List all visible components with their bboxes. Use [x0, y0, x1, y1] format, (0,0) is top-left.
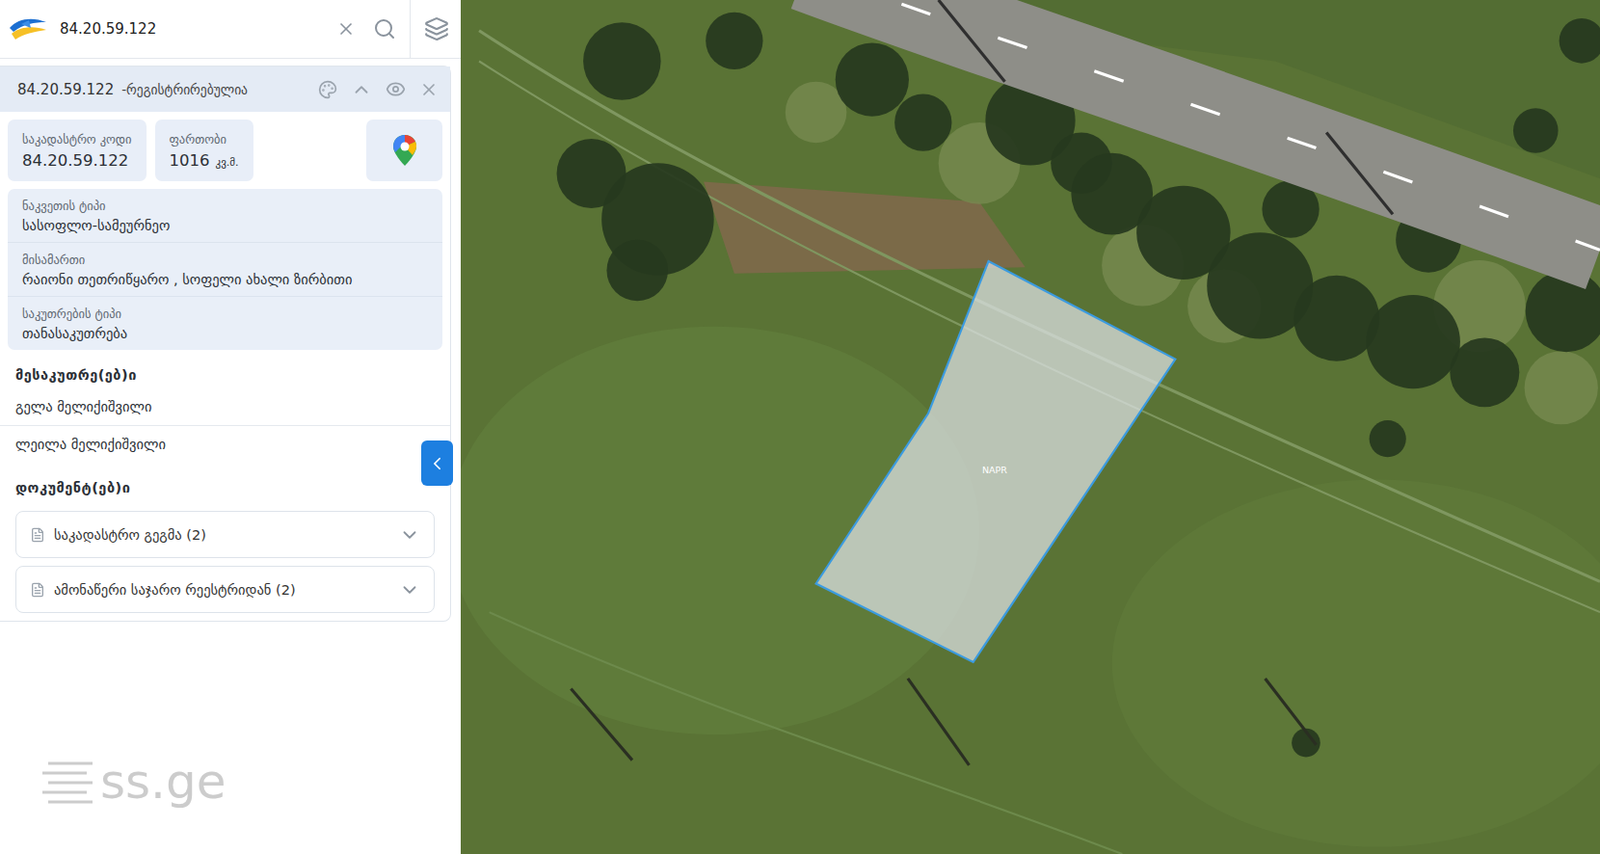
file-icon	[29, 527, 46, 543]
chevron-down-icon	[399, 524, 421, 546]
detail-value: თანასაკუთრება	[22, 325, 428, 342]
stat-tile: ფართობი 1016კვ.მ.	[155, 119, 254, 182]
bar-divider	[409, 0, 411, 59]
detail-row: ნაკვეთის ტიპი სასოფლო-სამეურნეო	[7, 188, 443, 242]
stat-tile: საკადასტრო კოდი 84.20.59.122	[7, 119, 147, 182]
stat-value: 1016კვ.მ.	[169, 151, 240, 170]
collapse-button[interactable]	[346, 75, 376, 105]
panel-toggle-button[interactable]	[421, 440, 454, 486]
stats-row: საკადასტრო კოდი 84.20.59.122 ფართობი 1016კვ…	[0, 111, 451, 182]
detail-row: საკუთრების ტიპი თანასაკუთრება	[7, 295, 443, 350]
detail-label: საკუთრების ტიპი	[22, 306, 428, 321]
documents-title: დოკუმენტ(ებ)ი	[15, 480, 451, 496]
documents-list: საკადასტრო გეგმა (2) ამონაწერი საჯარო რეე…	[0, 501, 451, 614]
owner-row: ლეილა მელიქიშვილი	[0, 425, 451, 463]
info-panel: 84.20.59.122 -რეგისტრირებულია საკადასტრო კ…	[0, 0, 461, 854]
detail-value: რაიონი თეთრიწყარო , სოფელი ახალი ზირბითი	[22, 271, 428, 288]
parcel-card: 84.20.59.122 -რეგისტრირებულია საკადასტრო კ…	[0, 65, 452, 622]
owner-row: გელა მელიქიშვილი	[0, 388, 451, 426]
document-item[interactable]: საკადასტრო გეგმა (2)	[15, 510, 435, 559]
layers-button[interactable]	[420, 12, 454, 46]
file-icon	[29, 582, 46, 598]
eye-icon	[385, 79, 406, 100]
document-label: საკადასტრო გეგმა (2)	[53, 527, 391, 543]
google-maps-button[interactable]	[366, 119, 443, 182]
parcel-polygon[interactable]	[816, 261, 1176, 663]
stat-label: საკადასტრო კოდი	[22, 132, 133, 147]
chevron-down-icon	[399, 579, 421, 601]
owners-title: მესაკუთრე(ებ)ი	[15, 367, 451, 383]
search-button[interactable]	[369, 13, 400, 45]
map-area[interactable]: NAPR	[460, 0, 1600, 854]
satellite-map[interactable]: NAPR	[460, 0, 1600, 854]
stat-unit: კვ.მ.	[215, 156, 240, 169]
search-input[interactable]	[57, 19, 323, 39]
details-block: ნაკვეთის ტიპი სასოფლო-სამეურნეო მისამართი რ…	[7, 188, 443, 350]
visibility-button[interactable]	[381, 75, 410, 104]
close-card-button[interactable]	[415, 76, 443, 104]
detail-label: მისამართი	[22, 252, 428, 267]
card-title: 84.20.59.122 -რეგისტრირებულია	[17, 80, 309, 99]
app: 84.20.59.122 -რეგისტრირებულია საკადასტრო კ…	[0, 0, 1600, 854]
document-item[interactable]: ამონაწერი საჯარო რეესტრიდან (2)	[15, 565, 435, 614]
card-header: 84.20.59.122 -რეგისტრირებულია	[0, 66, 451, 112]
search-bar	[0, 0, 461, 59]
palette-icon	[318, 80, 338, 100]
watermark-lines-icon	[38, 757, 95, 806]
layers-icon	[424, 16, 450, 42]
clear-button[interactable]	[332, 15, 360, 43]
watermark: ss.ge	[38, 753, 227, 810]
close-icon	[336, 19, 356, 39]
detail-value: სასოფლო-სამეურნეო	[22, 217, 428, 234]
document-label: ამონაწერი საჯარო რეესტრიდან (2)	[53, 582, 391, 598]
parcel-label: NAPR	[982, 464, 1008, 476]
detail-label: ნაკვეთის ტიპი	[22, 198, 428, 214]
parcel-status: -რეგისტრირებულია	[121, 81, 248, 98]
style-button[interactable]	[314, 76, 342, 104]
parcel-code: 84.20.59.122	[17, 80, 114, 99]
chevron-left-icon	[426, 453, 448, 475]
stat-value: 84.20.59.122	[22, 151, 133, 170]
napr-logo-icon[interactable]	[7, 14, 49, 44]
close-icon	[419, 80, 439, 100]
chevron-up-icon	[350, 79, 373, 101]
stat-label: ფართობი	[169, 132, 240, 147]
detail-row: მისამართი რაიონი თეთრიწყარო , სოფელი ახალ…	[7, 241, 443, 296]
google-maps-pin-icon	[393, 134, 417, 166]
search-icon	[373, 17, 397, 41]
